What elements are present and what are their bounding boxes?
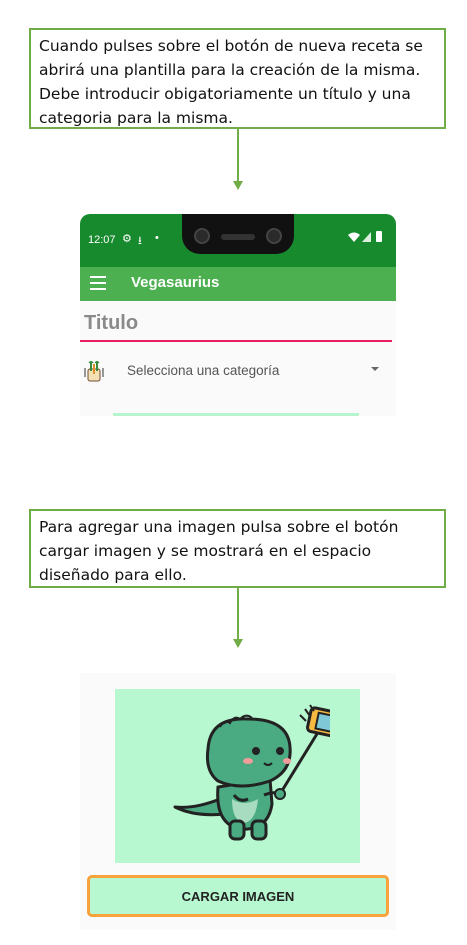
hamburger-icon[interactable]	[90, 276, 106, 290]
instruction-callout-new-recipe: Cuando pulses sobre el botón de nueva re…	[29, 28, 446, 129]
dinosaur-selfie-illustration	[173, 704, 330, 841]
arrow-line	[237, 588, 239, 640]
arrow-line	[237, 129, 239, 182]
signal-icon	[362, 232, 371, 242]
battery-icon	[376, 231, 382, 242]
load-image-button[interactable]: CARGAR IMAGEN	[87, 875, 389, 917]
arrow-head	[233, 639, 243, 648]
download-done-icon: ⭳	[138, 235, 142, 247]
app-title: Vegasaurius	[131, 274, 220, 291]
settings-icon: ⚙	[122, 233, 132, 245]
status-time: 12:07	[88, 234, 116, 246]
recipe-image-area	[115, 689, 360, 863]
arrow-head	[233, 181, 243, 190]
app-bar: Vegasaurius	[80, 267, 396, 301]
title-input-underline	[80, 340, 392, 342]
phone-screen-load-image: CARGAR IMAGEN	[80, 673, 396, 930]
front-camera-left	[194, 228, 210, 244]
partial-button-top-edge	[113, 413, 359, 416]
camera-notch	[182, 214, 294, 254]
notification-dot-icon: •	[155, 232, 159, 244]
instruction-callout-load-image: Para agregar una imagen pulsa sobre el b…	[29, 509, 446, 588]
phone-screen-new-recipe: 12:07 ⚙ ⭳ • Vegasaurius Titulo Seleccion…	[80, 214, 396, 416]
title-input[interactable]: Titulo	[84, 312, 138, 335]
earpiece-speaker	[221, 234, 255, 240]
front-camera-right	[266, 228, 282, 244]
chevron-down-icon[interactable]	[371, 367, 379, 371]
vegetables-icon	[84, 360, 104, 382]
category-select[interactable]: Selecciona una categoría	[127, 363, 279, 378]
status-bar: 12:07 ⚙ ⭳ •	[80, 214, 396, 267]
wifi-icon	[348, 232, 360, 242]
